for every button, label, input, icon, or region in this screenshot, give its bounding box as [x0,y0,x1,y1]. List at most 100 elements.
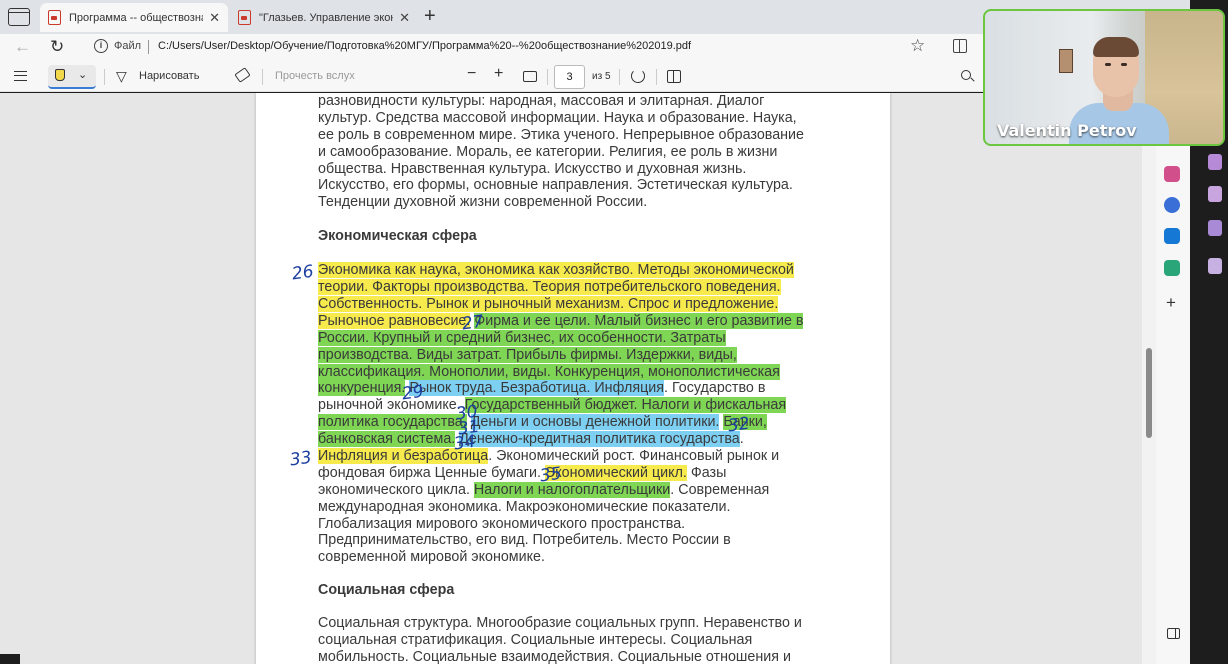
pdf-page: разновидности культуры: народная, массов… [256,93,890,664]
handwritten-note: 29 [400,381,425,405]
text-line: теории. Факторы производства. Теория пот… [318,279,838,296]
divider [148,40,149,54]
participant-name: Valentin Petrov [997,121,1137,140]
section-heading-economic: Экономическая сфера [318,228,477,245]
split-screen-icon[interactable] [953,39,967,53]
minus-icon[interactable]: − [467,65,476,83]
draw-button-label[interactable]: Нарисовать [139,70,199,82]
person-hair [1093,37,1139,57]
tab-title: "Глазьев. Управление экономи [259,11,393,24]
text-line: Рыночное равновесие. Фирма и ее цели. Ма… [318,312,838,330]
side-tab-icon[interactable] [1208,186,1222,202]
text-line: Социальная структура. Многообразие социа… [318,615,802,632]
highlight-blue[interactable]: Деньги и основы денежной политики. [470,414,720,431]
highlight-yellow[interactable]: Экономика как наука, экономика как хозяй… [318,262,794,279]
tab-actions-icon[interactable] [8,8,30,26]
new-tab-icon[interactable]: + [424,5,436,28]
plain-text: фондовая биржа Ценные бумаги. [318,464,541,481]
highlighter-icon [55,69,65,81]
text-line: Предпринимательство, его вид. Потребител… [318,532,731,549]
plain-text: Фазы [686,464,727,481]
read-aloud-button[interactable]: Прочесть вслух [275,70,355,82]
highlight-button[interactable]: ⌄ [48,65,96,89]
highlight-green[interactable]: России. Крупный и средний бизнес, их осо… [318,329,726,346]
highlight-green[interactable]: банковская система. [318,431,456,448]
copilot-icon[interactable] [1164,197,1180,213]
add-icon[interactable]: + [1166,293,1176,313]
text-line: фондовая биржа Ценные бумаги. Экономичес… [318,464,838,482]
list-icon[interactable] [14,71,27,81]
rotate-icon[interactable] [631,69,645,83]
section-heading-social: Социальная сфера [318,582,455,599]
side-tab-icon[interactable] [1208,154,1222,170]
highlight-green[interactable]: Налоги и налогоплательщики [473,481,671,498]
handwritten-note: 32 [726,413,751,437]
text-line: Инфляция и безработица. Экономический ро… [318,448,838,465]
page-number-input[interactable]: 3 [554,65,585,89]
fit-page-icon[interactable] [523,71,537,82]
text-line: Глобализация мирового экономического про… [318,515,686,532]
search-icon[interactable] [961,70,971,80]
page-view-icon[interactable] [667,70,681,83]
people-icon[interactable] [1164,166,1180,182]
highlight-green[interactable]: классификация. Монополии, виды. Конкурен… [318,363,780,380]
person-eye [1121,63,1127,66]
draw-icon[interactable]: ▽ [116,68,127,85]
highlight-green[interactable]: конкуренция. [318,380,406,397]
plain-text: . Государство в [664,380,766,397]
close-icon[interactable]: ✕ [399,10,410,26]
highlight-yellow[interactable]: Собственность. Рынок и рыночный механизм… [318,296,779,313]
page-total: из 5 [592,71,611,82]
plus-icon[interactable]: + [494,65,503,83]
pdf-file-icon [48,10,61,25]
text-line: России. Крупный и средний бизнес, их осо… [318,329,838,347]
text-line: Экономика как наука, экономика как хозяй… [318,262,838,279]
highlight-blue[interactable]: Денежно-кредитная политика государства [459,431,740,448]
side-tab-icon[interactable] [1208,258,1222,274]
eraser-icon[interactable] [234,67,251,83]
tab-pdf-program[interactable]: Программа -- обществознание ✕ [40,3,228,32]
star-icon[interactable]: ☆ [910,36,925,56]
text-line: производства. Виды затрат. Прибыль фирмы… [318,346,838,364]
refresh-icon[interactable]: ↻ [50,37,64,57]
text-line: мобильность. Социальные взаимодействия. … [318,649,791,664]
tab-pdf-glazyev[interactable]: "Глазьев. Управление экономи ✕ [230,3,418,32]
highlight-yellow[interactable]: Рыночное равновесие. [318,312,471,329]
chevron-down-icon[interactable]: ⌄ [78,68,87,81]
sidebar-toggle-icon[interactable] [1167,628,1180,639]
highlight-blue[interactable]: Рынок труда. Безработица. Инфляция [409,380,665,397]
wall-picture [1059,49,1073,73]
side-tab-icon[interactable] [1208,220,1222,236]
tab-title: Программа -- обществознание [69,11,203,24]
plain-text: . Экономический рост. Финансовый рынок и [488,448,780,465]
highlight-yellow[interactable]: Экономический цикл. [544,464,687,481]
highlight-green[interactable]: производства. Виды затрат. Прибыль фирмы… [318,346,737,363]
text-line: банковская система. Денежно-кредитная по… [318,431,838,448]
handwritten-note: 35 [538,463,563,487]
edge-sidebar [1156,145,1190,664]
plain-text: . Современная [670,481,770,498]
text-line: ее роль в современном мире. Этика ученог… [318,126,804,143]
close-icon[interactable]: ✕ [209,10,220,26]
text-line: Искусство, его формы, основные направлен… [318,177,793,194]
highlight-green[interactable]: Государственный бюджет. Налоги и фискаль… [464,397,787,414]
scrollbar-thumb[interactable] [1146,348,1152,438]
handwritten-note: 27 [460,311,485,335]
text-line: общества. Нравственная культура. Искусст… [318,160,747,177]
back-arrow-icon[interactable]: ← [14,37,31,57]
divider [656,69,657,85]
outlook-icon[interactable] [1164,228,1180,244]
divider [619,69,620,85]
highlight-green[interactable]: Фирма и ее цели. Малый бизнес и его разв… [474,312,804,329]
highlight-yellow[interactable]: теории. Факторы производства. Теория пот… [318,279,781,296]
highlight-green[interactable]: политика государства. [318,414,467,431]
text-line: культур. Средства массовой информации. Н… [318,109,797,126]
divider [262,69,263,85]
handwritten-note: 34 [452,431,477,455]
send-icon[interactable] [1164,260,1180,276]
page-text: разновидности культуры: народная, массов… [318,93,838,664]
url-field[interactable]: C:/Users/User/Desktop/Обучение/Подготовк… [158,40,691,52]
info-icon[interactable]: i [94,39,108,53]
text-line: разновидности культуры: народная, массов… [318,93,765,109]
pdf-viewer[interactable]: разновидности культуры: народная, массов… [0,93,1142,664]
